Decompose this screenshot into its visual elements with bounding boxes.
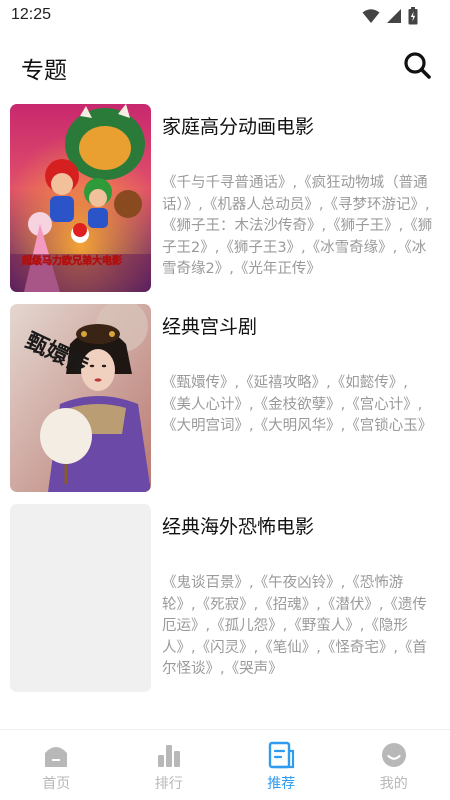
topic-title: 经典海外恐怖电影	[162, 516, 315, 538]
topic-description: 《鬼谈百景》,《午夜凶铃》,《恐怖游轮》,《死寂》,《招魂》,《潜伏》,《遗传厄…	[162, 575, 427, 678]
signal-icon	[387, 9, 401, 23]
search-button[interactable]	[402, 50, 434, 82]
profile-icon	[381, 743, 406, 767]
ranking-icon	[157, 745, 180, 767]
bottom-tab-bar: 首页 排行 推荐 我的	[0, 729, 450, 800]
topic-description: 《千与千寻普通话》,《疯狂动物城（普通话）》,《机器人总动员》,《寻梦环游记》,…	[162, 175, 433, 278]
search-icon	[404, 52, 431, 79]
tab-label: 我的	[379, 776, 408, 792]
topic-poster: 超级马力欧兄弟大电影	[10, 104, 151, 292]
tab-label: 排行	[154, 776, 183, 792]
page-title: 专题	[21, 58, 67, 84]
battery-icon	[408, 7, 418, 25]
topic-card[interactable]: 经典海外恐怖电影 《鬼谈百景》,《午夜凶铃》,《恐怖游轮》,《死寂》,《招魂》,…	[0, 500, 450, 692]
tab-profile[interactable]: 我的	[338, 730, 450, 800]
tab-label: 首页	[42, 776, 71, 792]
status-icons	[362, 7, 418, 25]
app-bar: 专题	[0, 36, 450, 96]
status-time: 12:25	[11, 6, 52, 23]
recommend-icon	[269, 741, 295, 769]
topic-card[interactable]: 甄嬛传 经典宫斗剧 《甄嬛传》,《延禧攻略》,《如懿传》,《美人心计》,《金枝欲…	[0, 300, 450, 492]
topic-poster-placeholder	[10, 504, 151, 692]
home-icon	[45, 747, 68, 767]
poster-title-text: 超级马力欧兄弟大电影	[21, 254, 122, 267]
tab-label: 推荐	[267, 776, 296, 792]
topic-title: 家庭高分动画电影	[162, 116, 315, 138]
tab-recommend[interactable]: 推荐	[225, 730, 338, 800]
topic-card[interactable]: 超级马力欧兄弟大电影 家庭高分动画电影 《千与千寻普通话》,《疯狂动物城（普通话…	[0, 100, 450, 292]
status-bar: 12:25	[0, 0, 450, 32]
topic-description: 《甄嬛传》,《延禧攻略》,《如懿传》,《美人心计》,《金枝欲孽》,《宫心计》,《…	[162, 375, 433, 435]
topic-poster: 甄嬛传	[10, 304, 151, 492]
tab-home[interactable]: 首页	[0, 730, 113, 800]
topic-title: 经典宫斗剧	[162, 316, 258, 338]
wifi-icon	[362, 9, 380, 23]
tab-ranking[interactable]: 排行	[113, 730, 226, 800]
